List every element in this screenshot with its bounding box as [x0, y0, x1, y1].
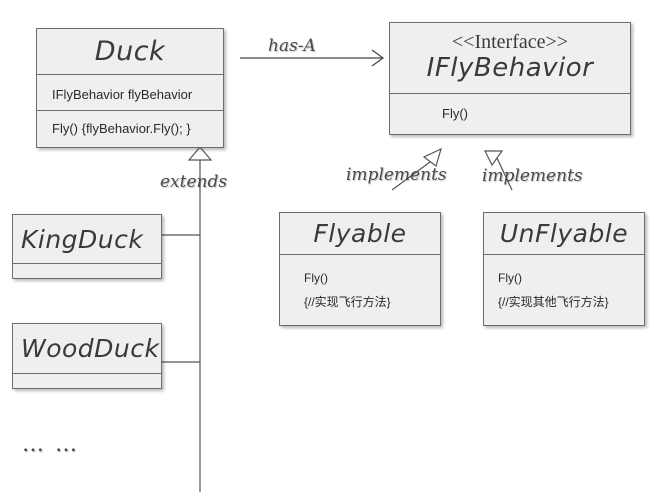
flyable-method: Fly() [304, 271, 328, 285]
flyable-class[interactable]: Flyable Fly() {//实现飞行方法} [279, 212, 441, 326]
interface-method: Fly() [442, 106, 468, 121]
unflyable-class[interactable]: UnFlyable Fly() {//实现其他飞行方法} [483, 212, 645, 326]
flyable-method-section: Fly() {//实现飞行方法} [280, 255, 440, 325]
duck-attribute: IFlyBehavior flyBehavior [52, 87, 193, 102]
wood-duck-class-name: WoodDuck [21, 334, 160, 363]
unflyable-method: Fly() [498, 271, 522, 285]
king-duck-body-section [13, 264, 161, 278]
wood-duck-class[interactable]: WoodDuck [12, 323, 162, 389]
unflyable-method-section: Fly() {//实现其他飞行方法} [484, 255, 644, 325]
ifly-behavior-interface[interactable]: <<Interface>> IFlyBehavior Fly() [389, 22, 631, 135]
wood-duck-body-section [13, 374, 161, 388]
interface-stereotype: <<Interface>> [451, 31, 569, 53]
has-a-label: has-A [268, 36, 316, 56]
king-duck-name-section: KingDuck [13, 215, 161, 264]
flyable-method-body: {//实现飞行方法} [304, 295, 391, 309]
king-duck-class-name: KingDuck [21, 225, 144, 254]
more-subclasses-ellipsis: … … [22, 432, 79, 457]
extends-label: extends [160, 172, 228, 192]
unflyable-method-body: {//实现其他飞行方法} [498, 295, 609, 309]
interface-name-section: <<Interface>> IFlyBehavior [390, 23, 630, 94]
duck-attribute-section: IFlyBehavior flyBehavior [37, 75, 223, 111]
interface-method-section: Fly() [390, 94, 630, 134]
extends-arrow [161, 146, 213, 492]
interface-name: IFlyBehavior [426, 53, 594, 83]
unflyable-class-name: UnFlyable [499, 219, 629, 248]
duck-class[interactable]: Duck IFlyBehavior flyBehavior Fly() {fly… [36, 28, 224, 148]
duck-name-section: Duck [37, 29, 223, 75]
king-duck-class[interactable]: KingDuck [12, 214, 162, 279]
duck-class-name: Duck [94, 36, 166, 67]
flyable-class-name: Flyable [313, 219, 407, 248]
duck-method: Fly() {flyBehavior.Fly(); } [52, 121, 191, 136]
implements-label-left: implements [346, 165, 447, 185]
wood-duck-name-section: WoodDuck [13, 324, 161, 374]
implements-label-right: implements [482, 166, 583, 186]
unflyable-name-section: UnFlyable [484, 213, 644, 255]
duck-method-section: Fly() {flyBehavior.Fly(); } [37, 111, 223, 147]
flyable-name-section: Flyable [280, 213, 440, 255]
